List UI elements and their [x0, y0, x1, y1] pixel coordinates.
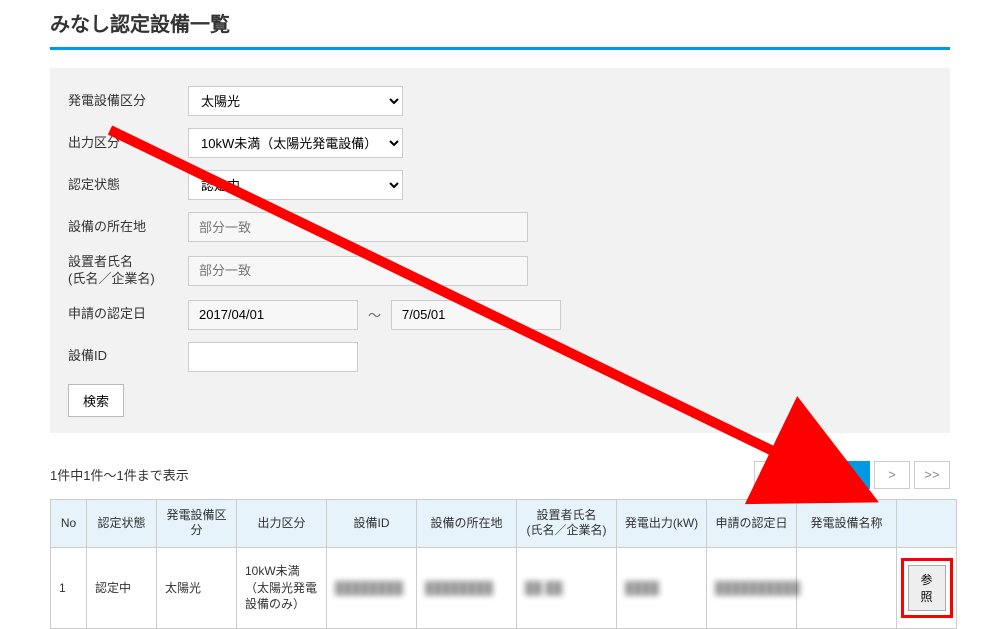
pager-next[interactable]: >: [874, 461, 910, 489]
status-select[interactable]: 認定中: [188, 170, 403, 200]
search-button[interactable]: 検索: [68, 384, 124, 417]
filter-label-status: 認定状態: [68, 177, 188, 194]
filter-label-equip-id: 設備ID: [68, 348, 188, 365]
view-button[interactable]: 参照: [908, 565, 946, 611]
th-no: No: [51, 499, 87, 547]
filter-label-installer: 設置者氏名 (氏名／企業名): [68, 254, 188, 288]
output-cat-select[interactable]: 10kW未満（太陽光発電設備）: [188, 128, 403, 158]
cell-cert-date: ██████████: [707, 547, 797, 628]
installer-input[interactable]: [188, 256, 528, 286]
cell-equip-type: 太陽光: [157, 547, 237, 628]
location-input[interactable]: [188, 212, 528, 242]
page-title: みなし認定設備一覧: [50, 0, 950, 50]
th-action: [897, 499, 957, 547]
result-count: 1件中1件～1件まで表示: [50, 465, 189, 484]
th-equip-name: 発電設備名称: [797, 499, 897, 547]
pager-first[interactable]: <<: [754, 461, 790, 489]
th-equip-type: 発電設備区分: [157, 499, 237, 547]
th-installer: 設置者氏名 (氏名／企業名): [517, 499, 617, 547]
cell-location: ████████: [417, 547, 517, 628]
th-output-cat: 出力区分: [237, 499, 327, 547]
table-row: 1 認定中 太陽光 10kW未満（太陽光発電設備のみ） ████████ ███…: [51, 547, 957, 628]
cell-installer: ██ ██: [517, 547, 617, 628]
pager-page-1[interactable]: 1: [834, 461, 870, 489]
filter-label-location: 設備の所在地: [68, 219, 188, 236]
th-equip-id: 設備ID: [327, 499, 417, 547]
th-location: 設備の所在地: [417, 499, 517, 547]
filter-label-cert-date: 申請の認定日: [68, 306, 188, 323]
pager-prev[interactable]: <: [794, 461, 830, 489]
filter-panel: 発電設備区分 太陽光 出力区分 10kW未満（太陽光発電設備） 認定状態 認定中: [50, 68, 950, 433]
cert-date-to-input[interactable]: [391, 300, 561, 330]
th-output-kw: 発電出力(kW): [617, 499, 707, 547]
equip-type-select[interactable]: 太陽光: [188, 86, 403, 116]
cert-date-from-input[interactable]: [188, 300, 358, 330]
cell-status: 認定中: [87, 547, 157, 628]
cell-equip-name: [797, 547, 897, 628]
pager-last[interactable]: >>: [914, 461, 950, 489]
highlight-ring: 参照: [901, 558, 953, 618]
cell-output-kw: ████: [617, 547, 707, 628]
cell-action: 参照: [897, 547, 957, 628]
pager: << < 1 > >>: [754, 461, 950, 489]
cell-output-cat: 10kW未満（太陽光発電設備のみ）: [237, 547, 327, 628]
result-table: No 認定状態 発電設備区分 出力区分 設備ID 設備の所在地 設置者氏名 (氏…: [50, 499, 957, 629]
cell-equip-id: ████████: [327, 547, 417, 628]
th-cert-date: 申請の認定日: [707, 499, 797, 547]
equip-id-input[interactable]: [188, 342, 358, 372]
filter-label-equip-type: 発電設備区分: [68, 93, 188, 110]
date-range-separator: ～: [368, 305, 381, 324]
th-status: 認定状態: [87, 499, 157, 547]
cell-no: 1: [51, 547, 87, 628]
filter-label-output-cat: 出力区分: [68, 135, 188, 152]
